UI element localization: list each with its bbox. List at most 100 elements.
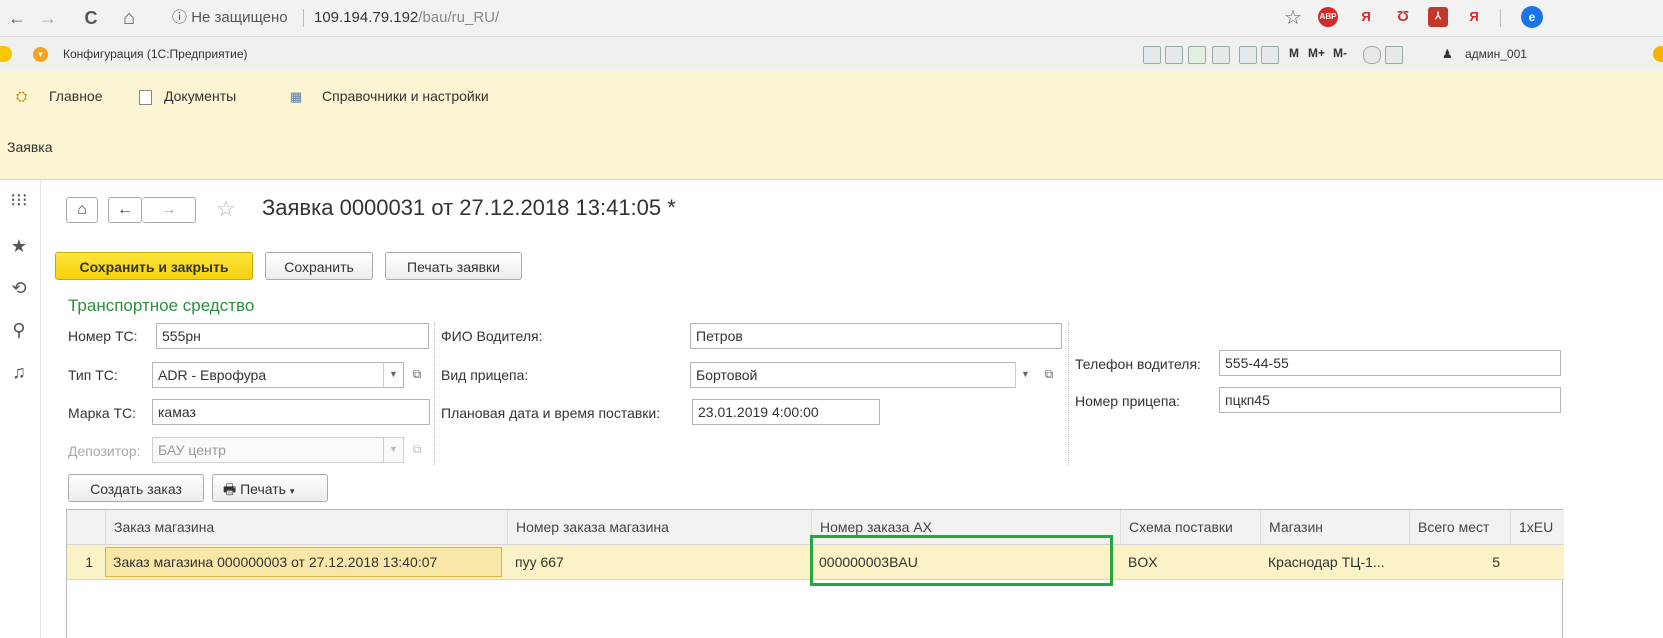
reload-icon[interactable]: C bbox=[80, 7, 102, 29]
forward-icon[interactable]: → bbox=[37, 7, 59, 29]
vehicle-number-input[interactable]: 555рн bbox=[156, 323, 429, 349]
open-trailer-type-icon[interactable]: ⧉ bbox=[1038, 362, 1060, 388]
home-icon[interactable]: ⌂ bbox=[118, 7, 140, 29]
shop-order-cell: Заказ магазина 000000003 от 27.12.2018 1… bbox=[113, 554, 438, 570]
planned-date-input[interactable]: 23.01.2019 4:00:00 bbox=[692, 399, 880, 425]
driver-phone-input[interactable]: 555-44-55 bbox=[1219, 350, 1561, 376]
pdf-icon[interactable]: ⅄ bbox=[1428, 7, 1448, 27]
left-rail: ⁝⁝⁝ ★ ⟲ ⚲ ♫ bbox=[0, 180, 41, 638]
column-header-total-places[interactable]: Всего мест bbox=[1409, 510, 1510, 544]
print-request-button[interactable]: Печать заявки bbox=[385, 252, 522, 280]
upload-icon[interactable] bbox=[1188, 46, 1206, 64]
home-section-icon: ⛭ bbox=[16, 88, 28, 104]
window-layout-icon[interactable] bbox=[1385, 46, 1403, 64]
open-window-tab[interactable]: Заявка bbox=[7, 139, 52, 155]
print-icon[interactable] bbox=[1165, 46, 1183, 64]
chevron-down-icon[interactable]: ▼ bbox=[1015, 362, 1035, 388]
app-header: ▾ Конфигурация (1С:Предприятие) M M+ M- … bbox=[0, 37, 1663, 72]
memory-button[interactable]: M bbox=[1289, 46, 1299, 60]
nav-back-icon[interactable]: ← bbox=[108, 197, 142, 223]
column-header-shop-order-number[interactable]: Номер заказа магазина bbox=[507, 510, 811, 544]
save-button[interactable]: Сохранить bbox=[265, 252, 373, 280]
planned-date-label: Плановая дата и время поставки: bbox=[441, 405, 661, 421]
yandex-secondary-icon[interactable]: Я bbox=[1464, 7, 1484, 27]
column-header-shop-order[interactable]: Заказ магазина bbox=[105, 510, 507, 544]
trailer-type-select[interactable]: Бортовой bbox=[690, 362, 1016, 388]
delivery-scheme-cell[interactable]: BOX bbox=[1120, 545, 1260, 579]
browser-toolbar: ← → C ⌂ ⓘ Не защищено 109.194.79.192/bau… bbox=[0, 0, 1663, 37]
security-indicator[interactable]: ⓘ Не защищено bbox=[172, 9, 288, 27]
calculator-icon[interactable] bbox=[1239, 46, 1257, 64]
yandex-icon[interactable]: Я bbox=[1356, 7, 1376, 27]
create-order-button[interactable]: Создать заказ bbox=[68, 474, 204, 502]
url-host: 109.194.79.192 bbox=[314, 9, 419, 26]
shop-order-number-cell[interactable]: пуу 667 bbox=[507, 545, 811, 579]
current-cell[interactable]: Заказ магазина 000000003 от 27.12.2018 1… bbox=[105, 547, 502, 577]
pocket-icon[interactable]: Ʊ bbox=[1393, 7, 1413, 27]
sections-panel: ⛭ Главное Документы ▦ Справочники и наст… bbox=[0, 71, 1663, 180]
memory-minus-button[interactable]: M- bbox=[1333, 46, 1347, 60]
chevron-down-icon: ▾ bbox=[289, 486, 295, 496]
form-title: Заявка 0000031 от 27.12.2018 13:41:05 * bbox=[262, 195, 676, 220]
column-header-delivery-scheme[interactable]: Схема поставки bbox=[1120, 510, 1260, 544]
zoom-icon[interactable] bbox=[1363, 46, 1381, 64]
history-icon[interactable]: ⟲ bbox=[8, 278, 30, 299]
all-functions-icon[interactable]: ⁝⁝⁝ bbox=[8, 190, 30, 211]
vehicle-group-title: Транспортное средство bbox=[68, 296, 255, 315]
vehicle-type-label: Тип ТС: bbox=[68, 367, 118, 383]
annotation-highlight-box bbox=[810, 535, 1113, 586]
app-title: Конфигурация (1С:Предприятие) bbox=[63, 47, 248, 61]
chevron-down-icon[interactable]: ▼ bbox=[383, 362, 403, 388]
driver-name-input[interactable]: Петров bbox=[690, 323, 1062, 349]
save-icon[interactable] bbox=[1143, 46, 1161, 64]
open-depositor-icon: ⧉ bbox=[412, 442, 422, 456]
preview-icon[interactable] bbox=[1212, 46, 1230, 64]
bookmark-star-icon[interactable]: ☆ bbox=[1282, 7, 1304, 29]
depositor-select: БАУ центр bbox=[152, 437, 404, 463]
nav-forward-icon[interactable]: → bbox=[142, 197, 196, 223]
row-number: 1 bbox=[85, 554, 93, 570]
url-path: /bau/ru_RU/ bbox=[418, 9, 500, 26]
back-icon[interactable]: ← bbox=[6, 7, 28, 29]
settings-grid-icon: ▦ bbox=[290, 89, 303, 104]
save-and-close-button[interactable]: Сохранить и закрыть bbox=[55, 252, 253, 280]
main-menu-icon[interactable]: ▾ bbox=[33, 47, 48, 62]
vehicle-number-label: Номер ТС: bbox=[68, 328, 138, 344]
open-vehicle-type-icon[interactable]: ⧉ bbox=[406, 362, 428, 388]
driver-name-label: ФИО Водителя: bbox=[441, 328, 543, 344]
favorites-icon[interactable]: ★ bbox=[8, 236, 30, 257]
info-icon: ⓘ bbox=[172, 9, 188, 26]
address-bar[interactable]: 109.194.79.192/bau/ru_RU/ bbox=[314, 9, 499, 27]
memory-plus-button[interactable]: M+ bbox=[1308, 46, 1325, 60]
user-name[interactable]: админ_001 bbox=[1465, 47, 1527, 61]
trailer-number-input[interactable]: пцкп45 bbox=[1219, 387, 1561, 413]
1xeu-cell[interactable] bbox=[1510, 545, 1564, 579]
security-label: Не защищено bbox=[191, 9, 288, 26]
calendar-icon[interactable] bbox=[1261, 46, 1279, 64]
column-header-shop[interactable]: Магазин bbox=[1260, 510, 1409, 544]
print-menu-button[interactable]: 🖶 Печать ▾ bbox=[212, 474, 328, 502]
favorite-star-icon[interactable]: ☆ bbox=[216, 196, 236, 222]
home-nav-icon[interactable]: ⌂ bbox=[66, 197, 98, 223]
printer-icon: 🖶 bbox=[223, 481, 237, 497]
app-logo-icon bbox=[0, 46, 12, 62]
shop-cell[interactable]: Краснодар ТЦ-1... bbox=[1260, 545, 1409, 579]
driver-phone-label: Телефон водителя: bbox=[1075, 356, 1201, 372]
trailer-number-label: Номер прицепа: bbox=[1075, 393, 1181, 409]
vehicle-brand-input[interactable]: камаз bbox=[152, 399, 430, 425]
info-bubble-icon[interactable] bbox=[1653, 46, 1663, 62]
section-main[interactable]: Главное bbox=[49, 88, 103, 104]
row-number-header bbox=[67, 510, 105, 544]
notifications-icon[interactable]: ♫ bbox=[8, 362, 30, 383]
search-icon[interactable]: ⚲ bbox=[8, 320, 30, 341]
trailer-type-label: Вид прицепа: bbox=[441, 367, 529, 383]
toolbar-divider bbox=[1500, 9, 1501, 27]
adblock-icon[interactable]: ABP bbox=[1318, 7, 1338, 27]
column-header-1xeu[interactable]: 1хEU bbox=[1510, 510, 1564, 544]
vehicle-type-select[interactable]: ADR - Еврофура bbox=[152, 362, 404, 388]
section-references-settings[interactable]: Справочники и настройки bbox=[322, 88, 489, 104]
section-documents[interactable]: Документы bbox=[164, 88, 236, 104]
total-places-cell[interactable]: 5 bbox=[1409, 545, 1510, 579]
chevron-down-icon: ▼ bbox=[383, 437, 403, 463]
profile-avatar-icon[interactable]: e bbox=[1521, 6, 1543, 28]
